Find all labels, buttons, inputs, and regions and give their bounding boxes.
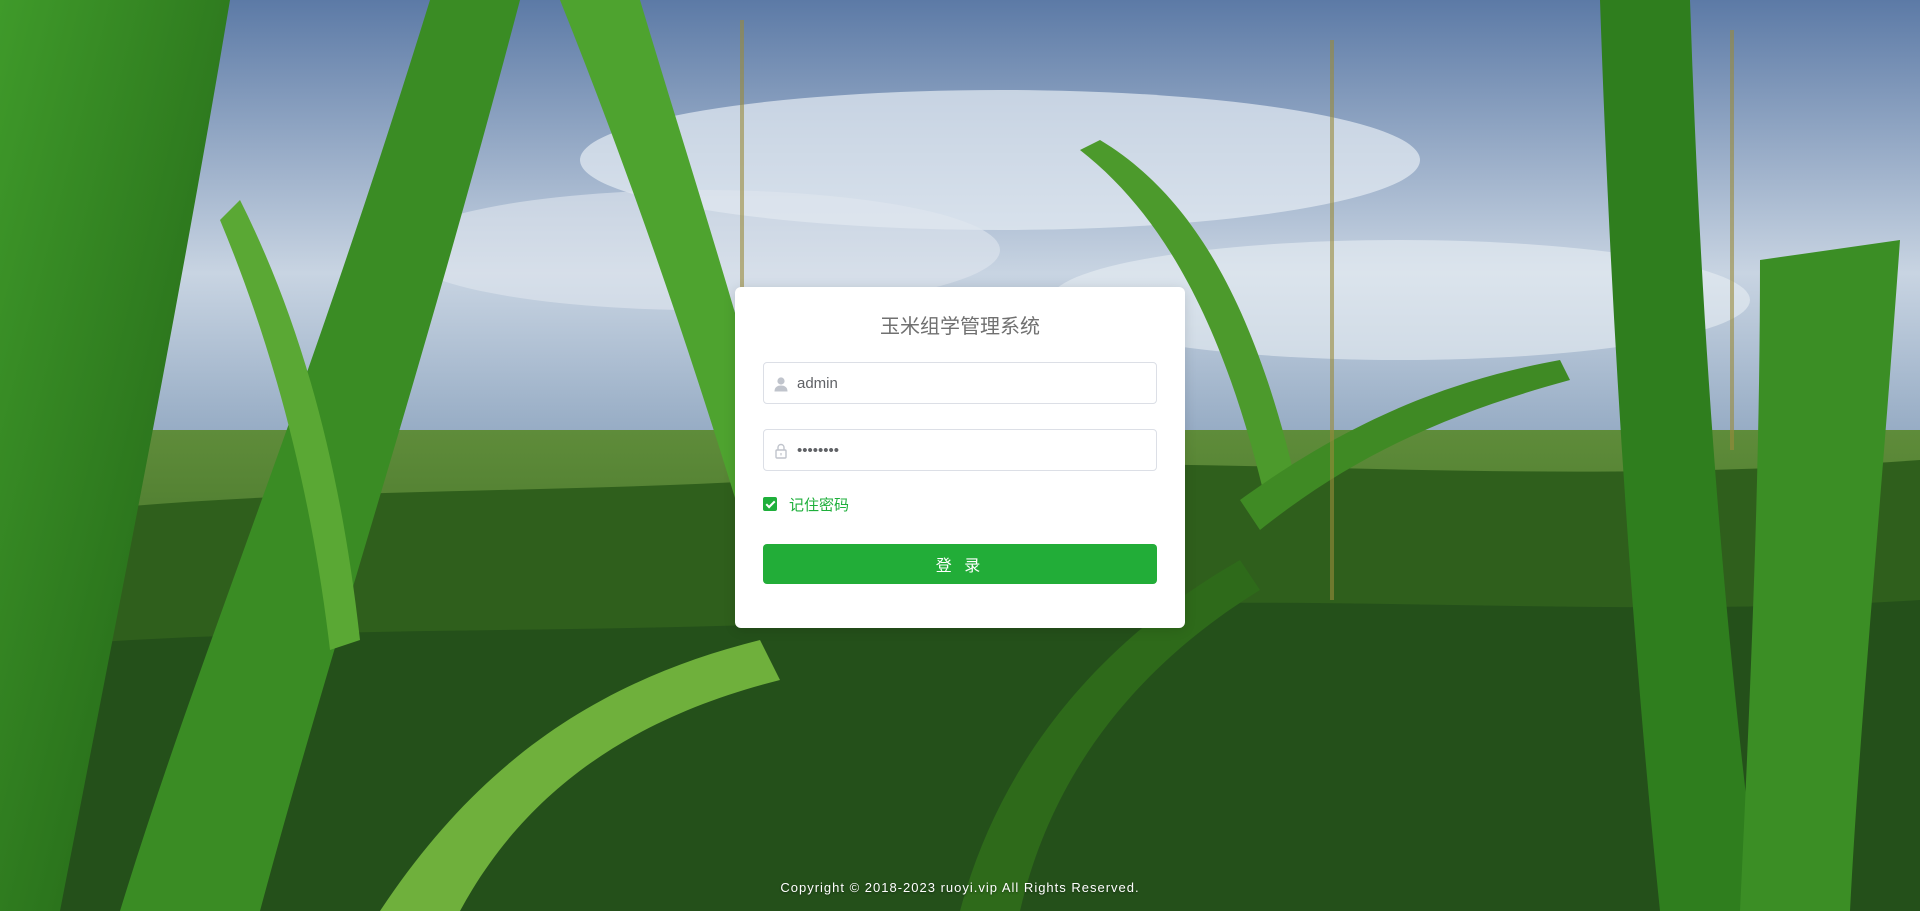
password-field[interactable] xyxy=(763,429,1157,471)
remember-password[interactable]: 记住密码 xyxy=(763,494,1157,514)
remember-label[interactable]: 记住密码 xyxy=(789,494,849,515)
lock-icon xyxy=(775,443,787,459)
login-form-card: 玉米组学管理系统 记住密码 登 录 xyxy=(735,287,1185,628)
login-page: 玉米组学管理系统 记住密码 登 录 Copyright © 2018-2023 … xyxy=(0,0,1920,911)
username-field[interactable] xyxy=(763,362,1157,404)
username-input[interactable] xyxy=(797,363,1147,403)
login-button[interactable]: 登 录 xyxy=(763,544,1157,584)
remember-checkbox[interactable] xyxy=(763,497,777,511)
page-title: 玉米组学管理系统 xyxy=(880,316,1040,338)
copyright-footer: Copyright © 2018-2023 ruoyi.vip All Righ… xyxy=(780,880,1140,895)
password-input[interactable] xyxy=(797,430,1147,470)
user-icon xyxy=(774,377,788,392)
